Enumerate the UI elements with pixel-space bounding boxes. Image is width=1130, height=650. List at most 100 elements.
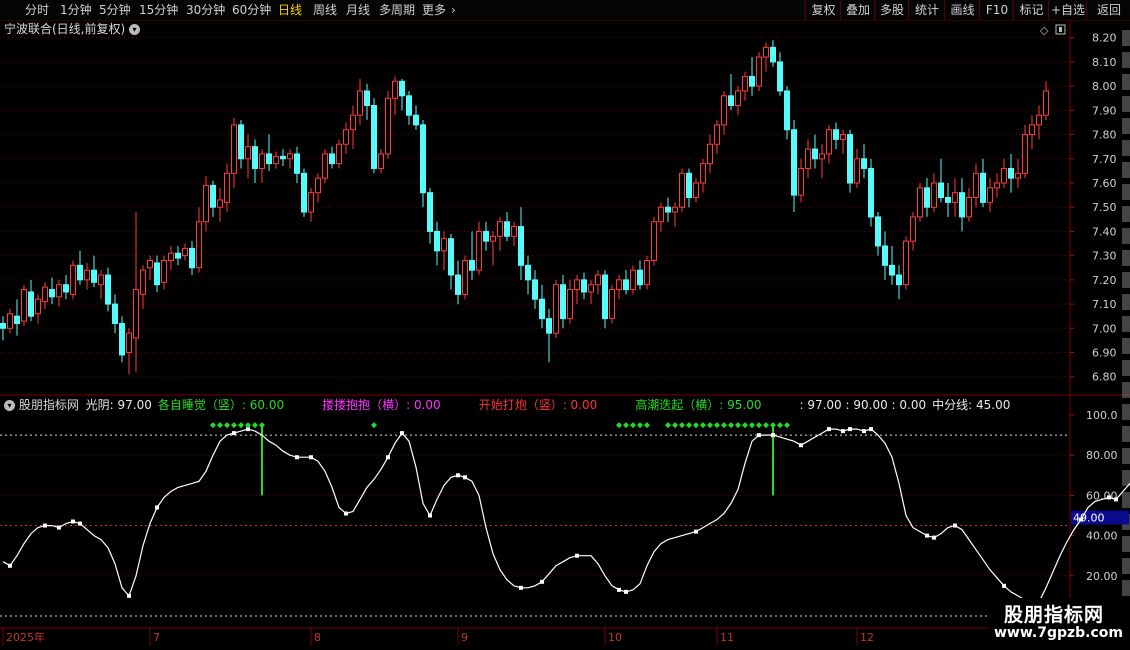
candle-body	[1008, 167, 1014, 179]
indicator-tick-label: 80.00	[1086, 449, 1118, 462]
candle-body	[252, 146, 258, 169]
candle-body	[154, 262, 160, 286]
candle-body	[119, 322, 125, 356]
candle-body	[651, 221, 657, 261]
candle-body	[581, 279, 587, 293]
candle-body	[63, 284, 69, 293]
candle-body	[42, 286, 48, 303]
candle-body	[742, 75, 748, 92]
climax-diamond	[784, 422, 790, 429]
indicator-marker	[575, 553, 579, 558]
watermark: 股朋指标网 www.7gpzb.com	[988, 598, 1130, 650]
indicator-marker	[771, 433, 775, 438]
edge-text-glyph	[1122, 96, 1130, 112]
candle-body	[1043, 90, 1049, 116]
candle-body	[273, 155, 279, 165]
candle-body	[833, 129, 839, 140]
edge-text-glyph	[1122, 580, 1130, 596]
candle-body	[133, 289, 139, 339]
candle-body	[336, 143, 342, 165]
candle-body	[945, 197, 951, 203]
edge-text-glyph	[1122, 118, 1130, 134]
indicator-tick-label: 100.0	[1086, 409, 1118, 422]
watermark-url: www.7gpzb.com	[994, 625, 1124, 641]
candle-body	[357, 90, 363, 116]
climax-diamond	[693, 422, 699, 429]
candle-body	[721, 95, 727, 126]
chevron-down-icon[interactable]: ▾	[129, 24, 141, 35]
candle-body	[588, 284, 594, 293]
indicator-marker	[540, 579, 544, 584]
climax-diamond	[707, 422, 713, 429]
climax-diamond	[238, 422, 244, 429]
candle-body	[896, 274, 902, 286]
candle-body	[70, 264, 76, 295]
indicator-marker	[57, 525, 61, 530]
stock-title[interactable]: 宁波联合(日线,前复权) ▾	[4, 22, 141, 36]
candle-body	[525, 264, 531, 281]
candle-body	[56, 284, 62, 298]
candle-body	[539, 298, 545, 320]
candle-body	[826, 129, 832, 155]
candle-body	[735, 90, 741, 106]
candle-body	[91, 269, 97, 283]
indicator-marker	[827, 427, 831, 432]
price-tick-label: 7.00	[1092, 322, 1117, 335]
candle-body	[105, 274, 111, 305]
candle-body	[595, 274, 601, 286]
edge-text-glyph	[1122, 404, 1130, 420]
climax-diamond	[763, 422, 769, 429]
edge-text-glyph	[1122, 162, 1130, 178]
indicator-marker	[400, 431, 404, 436]
indicator-marker	[932, 535, 936, 540]
climax-diamond	[777, 422, 783, 429]
edge-text-glyph	[1122, 360, 1130, 376]
indicator-marker	[43, 523, 47, 528]
indicator-marker	[757, 433, 761, 438]
candle-body	[819, 153, 825, 160]
climax-diamond	[217, 422, 223, 429]
candle-body	[413, 114, 419, 126]
candle-body	[301, 172, 307, 213]
candle-body	[217, 199, 223, 208]
candle-body	[0, 322, 6, 329]
indicator-marker	[953, 523, 957, 528]
candle-body	[518, 226, 524, 266]
climax-diamond	[252, 422, 258, 429]
candle-body	[490, 235, 496, 242]
candle-body	[476, 230, 482, 271]
indicator-marker	[386, 455, 390, 460]
candle-body	[210, 184, 216, 208]
price-tick-label: 6.80	[1092, 371, 1117, 384]
indicator-name[interactable]: 股朋指标网	[19, 398, 79, 412]
climax-diamond	[742, 422, 748, 429]
candle-body	[469, 259, 475, 271]
candle-body	[35, 298, 41, 315]
candle-body	[98, 274, 104, 286]
candle-body	[560, 284, 566, 320]
edge-text-glyph	[1122, 338, 1130, 354]
climax-diamond	[672, 422, 678, 429]
indicator-marker	[232, 431, 236, 436]
watermark-title: 股朋指标网	[1004, 604, 1105, 626]
chevron-down-icon[interactable]: ▾	[4, 400, 15, 411]
edge-text-glyph	[1122, 184, 1130, 200]
candle-body	[777, 61, 783, 92]
candle-body	[427, 192, 433, 232]
climax-diamond	[210, 422, 216, 429]
candle-body	[140, 269, 146, 295]
candle-body	[924, 187, 930, 208]
price-tick-label: 7.20	[1092, 274, 1117, 287]
candle-body	[609, 289, 615, 320]
candle-body	[658, 206, 664, 223]
edge-text-glyph	[1122, 558, 1130, 574]
candle-body	[308, 192, 314, 213]
candle-body	[861, 158, 867, 169]
candle-body	[329, 153, 335, 165]
candle-body	[224, 172, 230, 203]
price-tick-label: 7.40	[1092, 225, 1117, 238]
candle-body	[749, 75, 755, 87]
indicator-marker	[694, 529, 698, 534]
candle-body	[952, 192, 958, 203]
climax-diamond	[735, 422, 741, 429]
